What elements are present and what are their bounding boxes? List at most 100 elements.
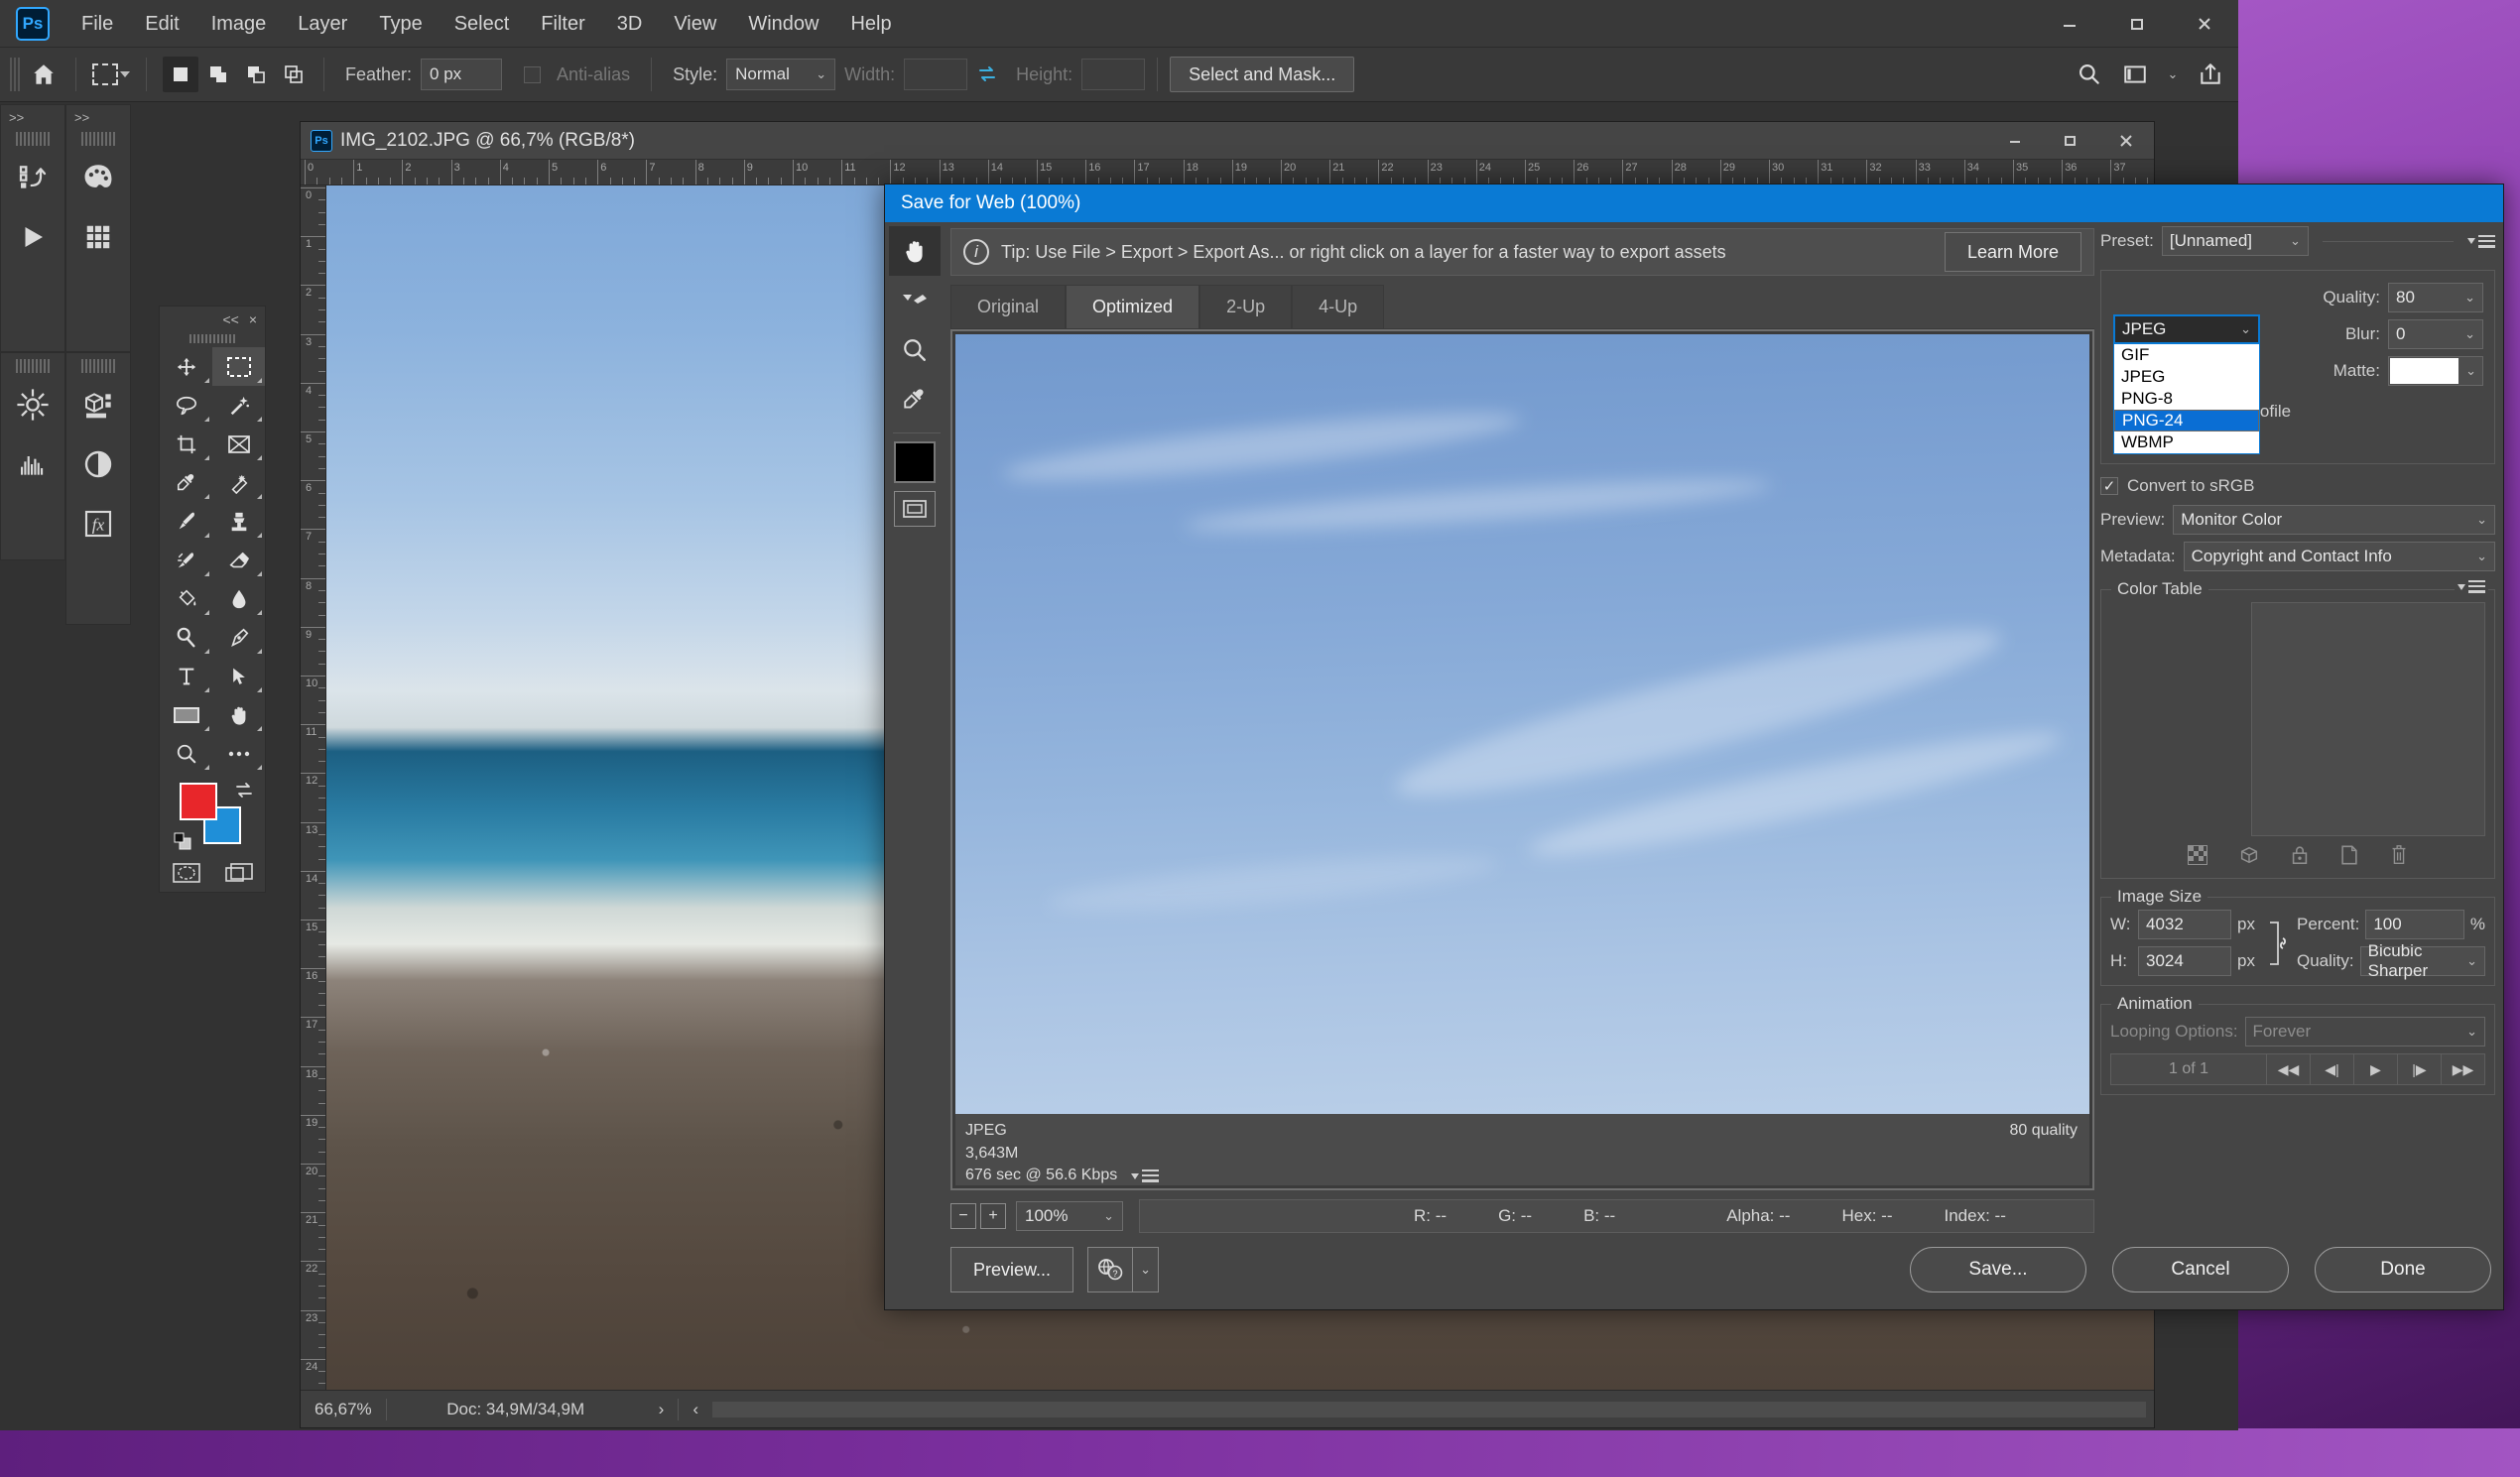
zoom-tool[interactable] (160, 734, 212, 773)
menu-view[interactable]: View (658, 0, 732, 48)
doc-maximize-icon[interactable] (2043, 122, 2098, 160)
close-icon[interactable] (2171, 0, 2238, 48)
menu-filter[interactable]: Filter (525, 0, 600, 48)
status-expand-right[interactable]: › (645, 1400, 679, 1419)
first-frame-button[interactable]: ◀◀ (2267, 1053, 2311, 1085)
sfw-eyedropper-color-swatch[interactable] (894, 441, 936, 483)
fx-icon[interactable]: fx (66, 494, 130, 554)
swap-dimensions-icon[interactable] (967, 55, 1007, 94)
minimize-icon[interactable] (2036, 0, 2103, 48)
status-zoom-level[interactable]: 66,67% (301, 1400, 386, 1419)
toolbox-collapse-button[interactable]: << (222, 311, 238, 327)
toolbox-grip[interactable] (189, 334, 235, 343)
intersect-with-selection-button[interactable] (276, 57, 312, 92)
menu-file[interactable]: File (65, 0, 129, 48)
sfw-slice-select-tool[interactable] (889, 276, 941, 325)
lock-icon[interactable] (2290, 844, 2310, 866)
eraser-tool[interactable] (212, 541, 265, 579)
format-option-png24[interactable]: PNG-24 (2114, 410, 2259, 431)
sfw-zoom-tool[interactable] (889, 325, 941, 375)
tab-optimized[interactable]: Optimized (1066, 285, 1200, 328)
rail-collapse-right[interactable]: >> (66, 105, 130, 129)
3d-icon[interactable] (66, 375, 130, 434)
height-input[interactable]: 3024 (2138, 946, 2231, 976)
zoom-level-select[interactable]: 100% ⌄ (1016, 1201, 1123, 1231)
preview-color-select[interactable]: Monitor Color ⌄ (2173, 505, 2495, 535)
paint-bucket-tool[interactable] (160, 579, 212, 618)
swap-colors-icon[interactable] (233, 781, 255, 800)
screen-mode-icon[interactable] (224, 862, 254, 884)
menu-3d[interactable]: 3D (601, 0, 659, 48)
hand-tool[interactable] (212, 695, 265, 734)
learn-more-button[interactable]: Learn More (1944, 232, 2081, 272)
menu-select[interactable]: Select (439, 0, 526, 48)
sfw-eyedropper-tool[interactable] (889, 375, 941, 425)
quality-select[interactable]: 80 ⌄ (2388, 283, 2483, 312)
format-dropdown-selected[interactable]: JPEG ⌄ (2113, 314, 2260, 344)
rail-grip[interactable] (81, 359, 115, 373)
link-icon[interactable] (2265, 917, 2291, 970)
status-scrollbar[interactable] (712, 1401, 2146, 1417)
preset-panel-menu-icon[interactable] (2467, 234, 2496, 248)
maximize-icon[interactable] (2103, 0, 2171, 48)
crop-tool[interactable] (160, 425, 212, 463)
eyedropper-tool[interactable] (160, 463, 212, 502)
metadata-select[interactable]: Copyright and Contact Info ⌄ (2183, 542, 2495, 571)
sfw-hand-tool[interactable] (889, 226, 941, 276)
pen-tool[interactable] (212, 618, 265, 657)
browser-chevron-icon[interactable]: ⌄ (1133, 1247, 1160, 1292)
vertical-ruler[interactable]: 0 1 2 3 4 5 6 7 8 9 10 11 12 13 14 15 16 17 18 19 20 21 22 23 24… (301, 185, 326, 1390)
width-input[interactable] (904, 59, 968, 90)
delete-icon[interactable] (2389, 844, 2409, 866)
width-input[interactable]: 4032 (2138, 910, 2231, 939)
menu-type[interactable]: Type (363, 0, 438, 48)
rail-collapse-left[interactable]: >> (1, 105, 64, 129)
menu-window[interactable]: Window (732, 0, 834, 48)
path-selection-tool[interactable] (212, 657, 265, 695)
preview-button[interactable]: Preview... (950, 1247, 1074, 1292)
rail-grip[interactable] (16, 132, 50, 146)
zoom-in-button[interactable]: + (980, 1203, 1006, 1229)
format-option-wbmp[interactable]: WBMP (2114, 431, 2259, 453)
contrast-icon[interactable] (66, 434, 130, 494)
optimized-preview[interactable]: JPEG 3,643M 676 sec @ 56.6 Kbps 80 quali… (950, 329, 2094, 1190)
move-tool[interactable] (160, 347, 212, 386)
preset-select[interactable]: [Unnamed] ⌄ (2161, 226, 2309, 256)
transparency-icon[interactable] (2187, 844, 2208, 866)
grid-icon[interactable] (66, 207, 130, 267)
rectangle-tool[interactable] (160, 695, 212, 734)
anti-alias-checkbox[interactable] (524, 65, 542, 83)
horizontal-ruler[interactable]: 0 1 2 3 4 5 6 7 8 9 10 11 12 13 14 15 16 17 18 19 20 21 22 23 24… (301, 160, 2154, 185)
format-option-jpeg[interactable]: JPEG (2114, 366, 2259, 388)
done-button[interactable]: Done (2315, 1247, 2491, 1292)
frame-tool[interactable] (212, 425, 265, 463)
add-to-selection-button[interactable] (200, 57, 236, 92)
format-option-gif[interactable]: GIF (2114, 344, 2259, 366)
save-button[interactable]: Save... (1910, 1247, 2086, 1292)
percent-input[interactable]: 100 (2365, 910, 2464, 939)
chevron-down-icon[interactable]: ⌄ (2161, 55, 2185, 94)
history-brush-tool[interactable] (160, 541, 212, 579)
history-icon[interactable] (1, 148, 64, 207)
doc-minimize-icon[interactable] (1987, 122, 2043, 160)
status-doc-size[interactable]: Doc: 34,9M/34,9M (387, 1400, 645, 1419)
toggle-slices-icon[interactable] (894, 491, 936, 527)
share-icon[interactable] (2191, 55, 2230, 94)
convert-to-srgb-checkbox[interactable] (2100, 477, 2118, 495)
preview-image[interactable] (955, 334, 2089, 1114)
last-frame-button[interactable]: ▶▶ (2442, 1053, 2485, 1085)
matte-select[interactable]: ⌄ (2388, 356, 2483, 386)
swatches-icon[interactable] (66, 148, 130, 207)
tab-original[interactable]: Original (950, 285, 1067, 328)
color-table-well[interactable] (2251, 602, 2485, 836)
tab-2up[interactable]: 2-Up (1199, 285, 1293, 328)
status-expand-left[interactable]: ‹ (679, 1400, 712, 1419)
tab-4up[interactable]: 4-Up (1292, 285, 1385, 328)
resample-quality-select[interactable]: Bicubic Sharper ⌄ (2359, 941, 2485, 980)
home-icon[interactable] (24, 55, 63, 94)
play-icon[interactable] (1, 207, 64, 267)
menu-image[interactable]: Image (195, 0, 283, 48)
new-color-icon[interactable] (2339, 844, 2359, 866)
previous-frame-button[interactable]: ◀| (2311, 1053, 2354, 1085)
web-shift-icon[interactable] (2238, 844, 2260, 866)
